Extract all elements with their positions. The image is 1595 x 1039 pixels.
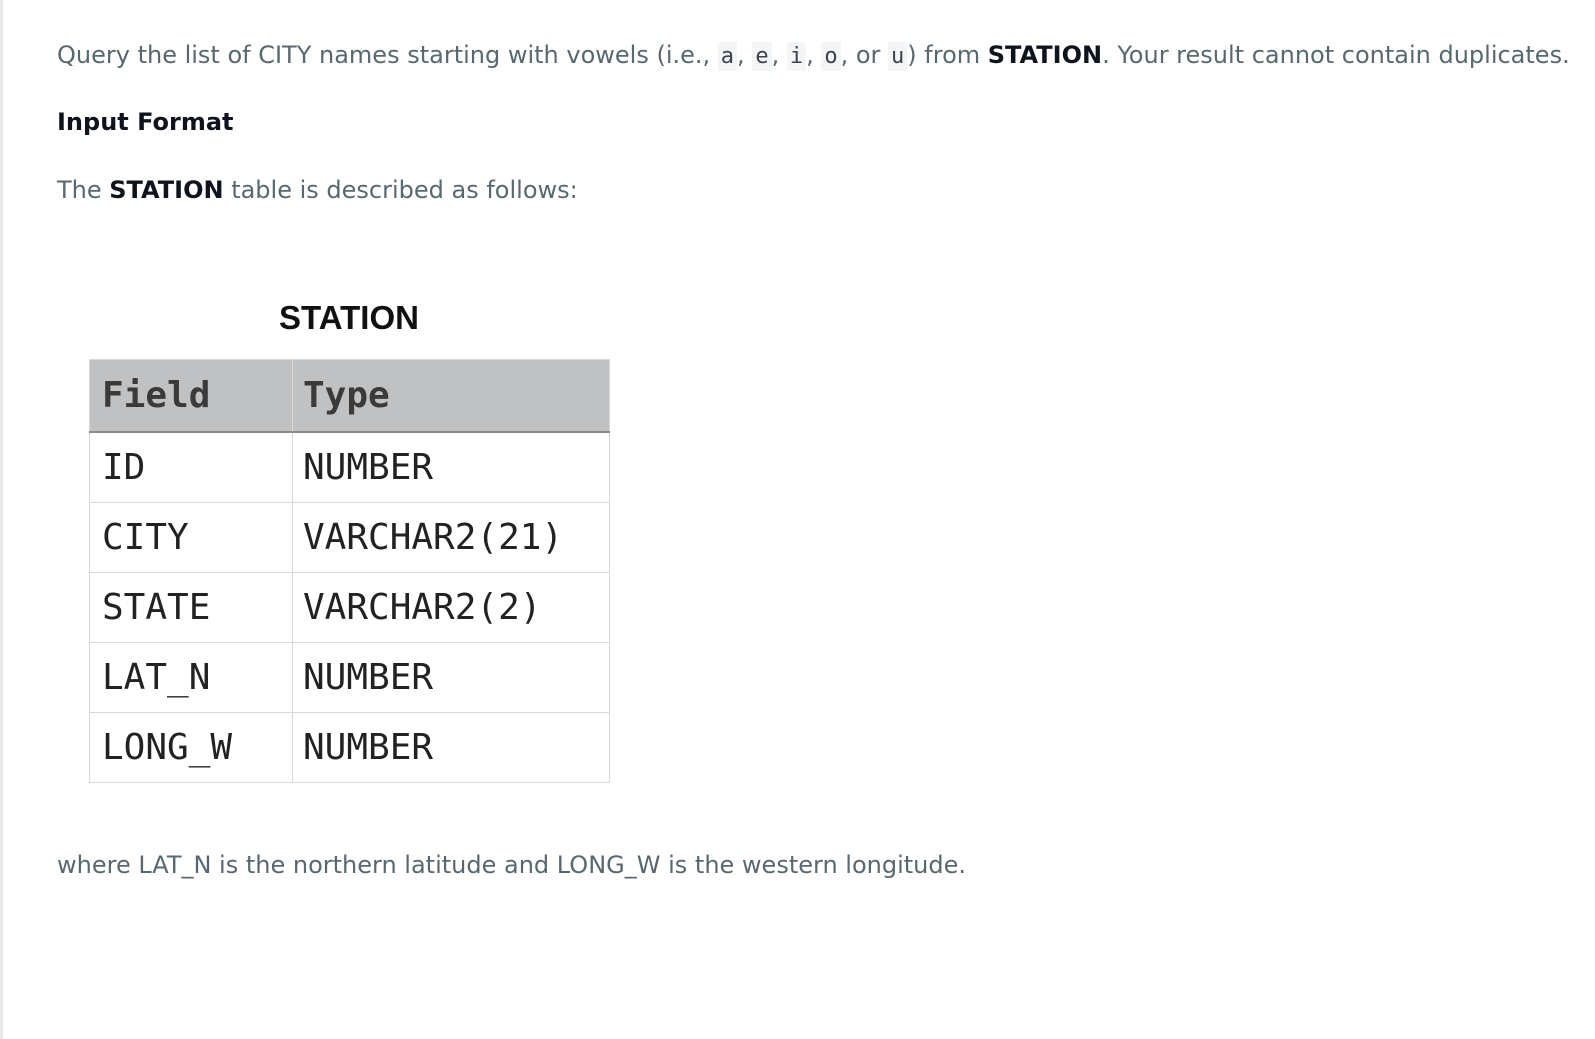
field-cell: CITY: [89, 502, 293, 573]
table-row: LONG_W NUMBER: [89, 712, 610, 783]
station-table-title: STATION: [279, 299, 419, 336]
vowel-e: e: [752, 42, 772, 71]
table-row: LAT_N NUMBER: [89, 642, 610, 713]
input-format-heading: Input Format: [57, 108, 234, 136]
table-name-bold: STATION: [109, 176, 224, 204]
intro-text: Query the list of CITY names starting wi…: [57, 41, 718, 69]
separator: , or: [840, 41, 889, 69]
description-text: The: [57, 176, 110, 204]
intro-text: ) from: [907, 41, 988, 69]
left-border: [0, 0, 3, 1039]
vowel-i: i: [786, 42, 807, 71]
description-text: table is described as follows:: [223, 176, 578, 204]
type-cell: VARCHAR2(21): [292, 502, 610, 573]
field-cell: STATE: [89, 572, 293, 643]
input-format-description: The STATION table is described as follow…: [57, 174, 578, 206]
intro-paragraph: Query the list of CITY names starting wi…: [57, 39, 1570, 73]
table-row: STATE VARCHAR2(2): [89, 572, 610, 643]
table-row: ID NUMBER: [89, 431, 610, 503]
type-cell: NUMBER: [292, 642, 610, 713]
field-cell: ID: [89, 431, 293, 503]
station-schema-table: Field Type ID NUMBER CITY VARCHAR2(21) S…: [89, 359, 610, 783]
vowel-o: o: [821, 42, 841, 71]
header-field: Field: [89, 359, 293, 433]
table-header-row: Field Type: [89, 359, 610, 433]
intro-text: . Your result cannot contain duplicates.: [1102, 41, 1570, 69]
separator: ,: [771, 41, 787, 69]
vowel-u: u: [888, 42, 908, 71]
header-type: Type: [292, 359, 610, 433]
separator: ,: [737, 41, 753, 69]
field-cell: LAT_N: [89, 642, 293, 713]
type-cell: NUMBER: [292, 712, 610, 783]
table-row: CITY VARCHAR2(21): [89, 502, 610, 573]
table-name-bold: STATION: [987, 41, 1103, 69]
type-cell: NUMBER: [292, 431, 610, 503]
field-cell: LONG_W: [89, 712, 293, 783]
type-cell: VARCHAR2(2): [292, 572, 610, 643]
vowel-a: a: [717, 42, 738, 71]
separator: ,: [806, 41, 822, 69]
footnote: where LAT_N is the northern latitude and…: [57, 851, 966, 879]
